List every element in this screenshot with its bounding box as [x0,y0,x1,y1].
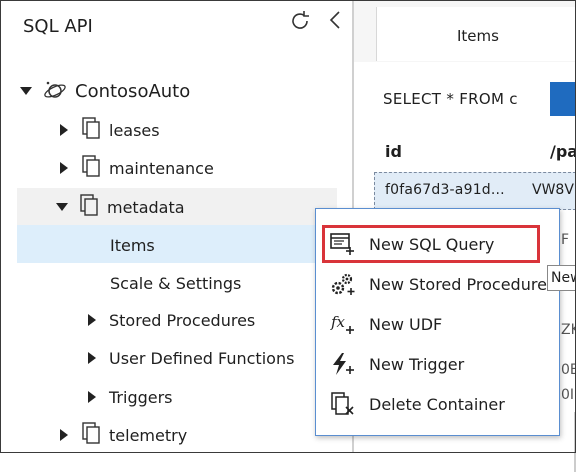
tree-item-database[interactable]: ContosoAuto [19,75,190,107]
tree-item-label: Stored Procedures [109,310,256,330]
svg-text:fx: fx [330,313,346,331]
collapsed-triangle-icon[interactable] [57,428,71,442]
tree-item-scale-settings[interactable]: Scale & Settings [110,267,241,299]
context-menu: New SQL Query New Stored Procedure fx Ne… [315,208,560,436]
partial-cell: 0I [561,387,575,403]
tree-item-leases[interactable]: leases [57,114,160,146]
delete-container-icon [329,390,357,418]
container-label: leases [109,120,160,140]
menu-item-label: New SQL Query [369,234,495,254]
table-row[interactable]: f0fa67d3-a91d... VW8V [374,172,576,210]
expanded-triangle-icon[interactable] [19,84,33,98]
collapse-panel-icon[interactable] [325,9,347,35]
tree-item-label: Items [110,235,155,255]
explorer-title: SQL API [23,16,93,37]
cell-id: f0fa67d3-a91d... [385,182,505,198]
execute-query-button[interactable] [550,82,576,116]
tree-item-label: User Defined Functions [109,348,295,368]
new-stored-procedure-icon [329,270,357,298]
collapsed-triangle-icon[interactable] [85,351,99,365]
refresh-icon[interactable] [288,9,312,37]
container-icon [81,155,101,181]
collapsed-triangle-icon[interactable] [57,123,71,137]
column-header-id: id [385,142,402,161]
partial-cell: F [561,232,570,248]
new-trigger-icon [329,350,357,378]
tree-item-telemetry[interactable]: telemetry [57,419,187,451]
resource-explorer: SQL API ContosoAuto leases maintenance m… [0,0,352,453]
container-label: maintenance [109,158,214,178]
new-udf-icon: fx [329,310,357,338]
database-label: ContosoAuto [75,80,191,102]
menu-item-label: New UDF [369,314,443,334]
tree-item-triggers[interactable]: Triggers [85,381,173,413]
container-label: metadata [107,197,185,217]
tree-item-label: Triggers [109,387,173,407]
items-selected-bg [17,225,352,263]
tooltip: New SQL Query [547,265,576,291]
container-label: telemetry [109,425,188,445]
cell-partition: VW8V [532,182,574,198]
tab-items[interactable]: Items × [376,7,576,61]
menu-item-new-sql-query[interactable]: New SQL Query [316,224,559,264]
new-sql-query-icon [329,230,357,258]
tree-item-udfs[interactable]: User Defined Functions [85,342,294,374]
collapsed-triangle-icon[interactable] [85,313,99,327]
database-planet-icon [43,79,67,103]
container-icon [79,194,99,220]
menu-item-label: New Trigger [369,354,465,374]
tree-item-stored-procedures[interactable]: Stored Procedures [85,304,255,336]
tree-item-label: Scale & Settings [110,273,242,293]
tree-item-items[interactable]: Items [110,229,155,261]
menu-item-new-stored-procedure[interactable]: New Stored Procedure [316,264,559,304]
menu-item-label: Delete Container [369,394,505,414]
menu-item-delete-container[interactable]: Delete Container [316,384,559,424]
column-header-partition: /pa [550,142,576,161]
tree-item-maintenance[interactable]: maintenance [57,152,214,184]
collapsed-triangle-icon[interactable] [85,390,99,404]
partial-cell: ZK [561,322,576,338]
collapsed-triangle-icon[interactable] [57,161,71,175]
partial-cell: 0E [561,362,576,378]
menu-item-new-udf[interactable]: fx New UDF [316,304,559,344]
menu-item-new-trigger[interactable]: New Trigger [316,344,559,384]
container-icon [81,422,101,448]
query-filter-text[interactable]: SELECT * FROM c [383,90,518,108]
expanded-triangle-icon[interactable] [55,200,69,214]
menu-item-label: New Stored Procedure [369,274,547,294]
container-icon [81,117,101,143]
tab-label: Items [457,27,499,45]
tree-item-metadata[interactable]: metadata [55,191,185,223]
